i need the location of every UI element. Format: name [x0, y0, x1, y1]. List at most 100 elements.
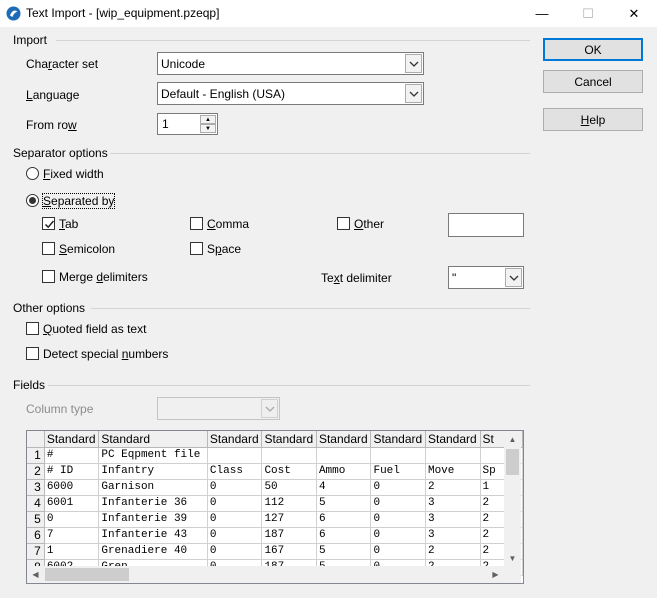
table-cell[interactable]: 2 [425, 479, 481, 496]
table-cell[interactable]: 6000 [44, 479, 100, 496]
chevron-down-icon[interactable] [405, 54, 422, 73]
table-cell[interactable] [316, 447, 372, 464]
space-label[interactable]: Space [207, 242, 241, 256]
preview-table[interactable]: Standard Standard Standard Standard Standard… [27, 431, 523, 576]
table-cell[interactable]: # [44, 447, 100, 464]
table-cell[interactable]: Infantry [98, 463, 208, 480]
space-checkbox[interactable] [190, 242, 203, 255]
table-cell[interactable]: 0 [370, 511, 426, 528]
table-cell[interactable]: 5 [316, 495, 372, 512]
table-cell[interactable]: 6 [316, 511, 372, 528]
detect-special-numbers-checkbox[interactable] [26, 347, 39, 360]
table-cell[interactable]: 0 [207, 495, 263, 512]
vertical-scrollbar[interactable]: ▲ ▼ [504, 431, 521, 567]
table-cell[interactable]: # ID [44, 463, 100, 480]
table-cell[interactable]: 3 [425, 527, 481, 544]
table-cell[interactable]: 167 [261, 543, 317, 560]
stepper-up-icon[interactable]: ▲ [200, 115, 216, 124]
semicolon-label[interactable]: Semicolon [59, 242, 115, 256]
table-cell[interactable]: Class [207, 463, 263, 480]
fixed-width-label[interactable]: Fixed width [43, 167, 104, 181]
table-cell[interactable]: Grenadiere 40 [98, 543, 208, 560]
table-cell[interactable]: 187 [261, 527, 317, 544]
vertical-scroll-thumb[interactable] [506, 449, 519, 475]
chevron-down-icon[interactable] [505, 268, 522, 287]
table-cell[interactable]: 3 [425, 511, 481, 528]
scroll-left-icon[interactable]: ◀ [27, 566, 44, 583]
comma-label[interactable]: Comma [207, 217, 249, 231]
table-cell[interactable]: Infanterie 39 [98, 511, 208, 528]
other-checkbox[interactable] [337, 217, 350, 230]
table-cell[interactable]: 4 [316, 479, 372, 496]
table-cell[interactable]: 0 [207, 511, 263, 528]
table-row[interactable]: 6 7 Infanterie 43 0 187 6 0 3 2 [27, 527, 523, 544]
column-header[interactable]: Standard [425, 431, 481, 448]
row-number[interactable]: 5 [27, 511, 45, 528]
separated-by-label[interactable]: Separated by [41, 193, 116, 209]
table-cell[interactable]: 112 [261, 495, 317, 512]
table-cell[interactable]: Garnison [98, 479, 208, 496]
close-button[interactable]: ✕ [611, 0, 657, 27]
scroll-up-icon[interactable]: ▲ [504, 431, 521, 448]
table-cell[interactable]: 2 [425, 543, 481, 560]
table-row[interactable]: 5 0 Infanterie 39 0 127 6 0 3 2 [27, 511, 523, 528]
table-cell[interactable]: 0 [44, 511, 100, 528]
comma-checkbox[interactable] [190, 217, 203, 230]
table-cell[interactable]: 3 [425, 495, 481, 512]
merge-delimiters-label[interactable]: Merge delimiters [59, 270, 148, 284]
row-number[interactable]: 3 [27, 479, 45, 496]
table-row[interactable]: 1 # PC Eqpment file [27, 447, 523, 464]
row-number[interactable]: 6 [27, 527, 45, 544]
table-cell[interactable] [425, 447, 481, 464]
table-cell[interactable]: 6001 [44, 495, 100, 512]
semicolon-checkbox[interactable] [42, 242, 55, 255]
table-cell[interactable]: Infanterie 43 [98, 527, 208, 544]
from-row-stepper[interactable]: 1 ▲ ▼ [157, 113, 218, 135]
separated-by-radio[interactable] [26, 194, 39, 207]
minimize-button[interactable]: — [519, 0, 565, 27]
table-cell[interactable]: 0 [370, 527, 426, 544]
table-row[interactable]: 3 6000 Garnison 0 50 4 0 2 1 [27, 479, 523, 496]
table-cell[interactable]: 0 [370, 543, 426, 560]
grid-corner-cell[interactable] [27, 431, 45, 448]
other-label[interactable]: Other [354, 217, 384, 231]
table-cell[interactable]: 0 [207, 527, 263, 544]
other-delimiter-input[interactable] [448, 213, 524, 237]
row-number[interactable]: 1 [27, 447, 45, 464]
horizontal-scrollbar[interactable]: ◀ ▶ [27, 566, 504, 583]
table-row[interactable]: 4 6001 Infanterie 36 0 112 5 0 3 2 [27, 495, 523, 512]
quoted-field-label[interactable]: Quoted field as text [43, 322, 146, 336]
table-cell[interactable] [370, 447, 426, 464]
table-row[interactable]: 2 # ID Infantry Class Cost Ammo Fuel Move Sp [27, 463, 523, 480]
table-cell[interactable]: 1 [44, 543, 100, 560]
row-number[interactable]: 2 [27, 463, 45, 480]
language-select[interactable]: Default - English (USA) [157, 82, 424, 105]
table-cell[interactable]: 6 [316, 527, 372, 544]
table-cell[interactable]: 0 [370, 495, 426, 512]
row-number[interactable]: 7 [27, 543, 45, 560]
table-cell[interactable] [207, 447, 263, 464]
detect-special-numbers-label[interactable]: Detect special numbers [43, 347, 168, 361]
stepper-down-icon[interactable]: ▼ [200, 124, 216, 133]
table-cell[interactable]: Move [425, 463, 481, 480]
fixed-width-radio[interactable] [26, 167, 39, 180]
table-cell[interactable]: 5 [316, 543, 372, 560]
scroll-down-icon[interactable]: ▼ [504, 550, 521, 567]
merge-delimiters-checkbox[interactable] [42, 270, 55, 283]
table-cell[interactable]: 0 [370, 479, 426, 496]
table-cell[interactable]: 0 [207, 479, 263, 496]
table-cell[interactable]: Cost [261, 463, 317, 480]
table-cell[interactable]: 50 [261, 479, 317, 496]
tab-label[interactable]: Tab [59, 217, 78, 231]
column-header[interactable]: Standard [316, 431, 372, 448]
text-delimiter-select[interactable]: " [448, 266, 524, 289]
help-button[interactable]: Help [543, 108, 643, 131]
table-cell[interactable]: Fuel [370, 463, 426, 480]
row-number[interactable]: 4 [27, 495, 45, 512]
column-header[interactable]: Standard [207, 431, 263, 448]
scroll-right-icon[interactable]: ▶ [487, 566, 504, 583]
table-cell[interactable]: 7 [44, 527, 100, 544]
table-cell[interactable]: Infanterie 36 [98, 495, 208, 512]
table-cell[interactable]: 0 [207, 543, 263, 560]
table-cell[interactable]: 127 [261, 511, 317, 528]
